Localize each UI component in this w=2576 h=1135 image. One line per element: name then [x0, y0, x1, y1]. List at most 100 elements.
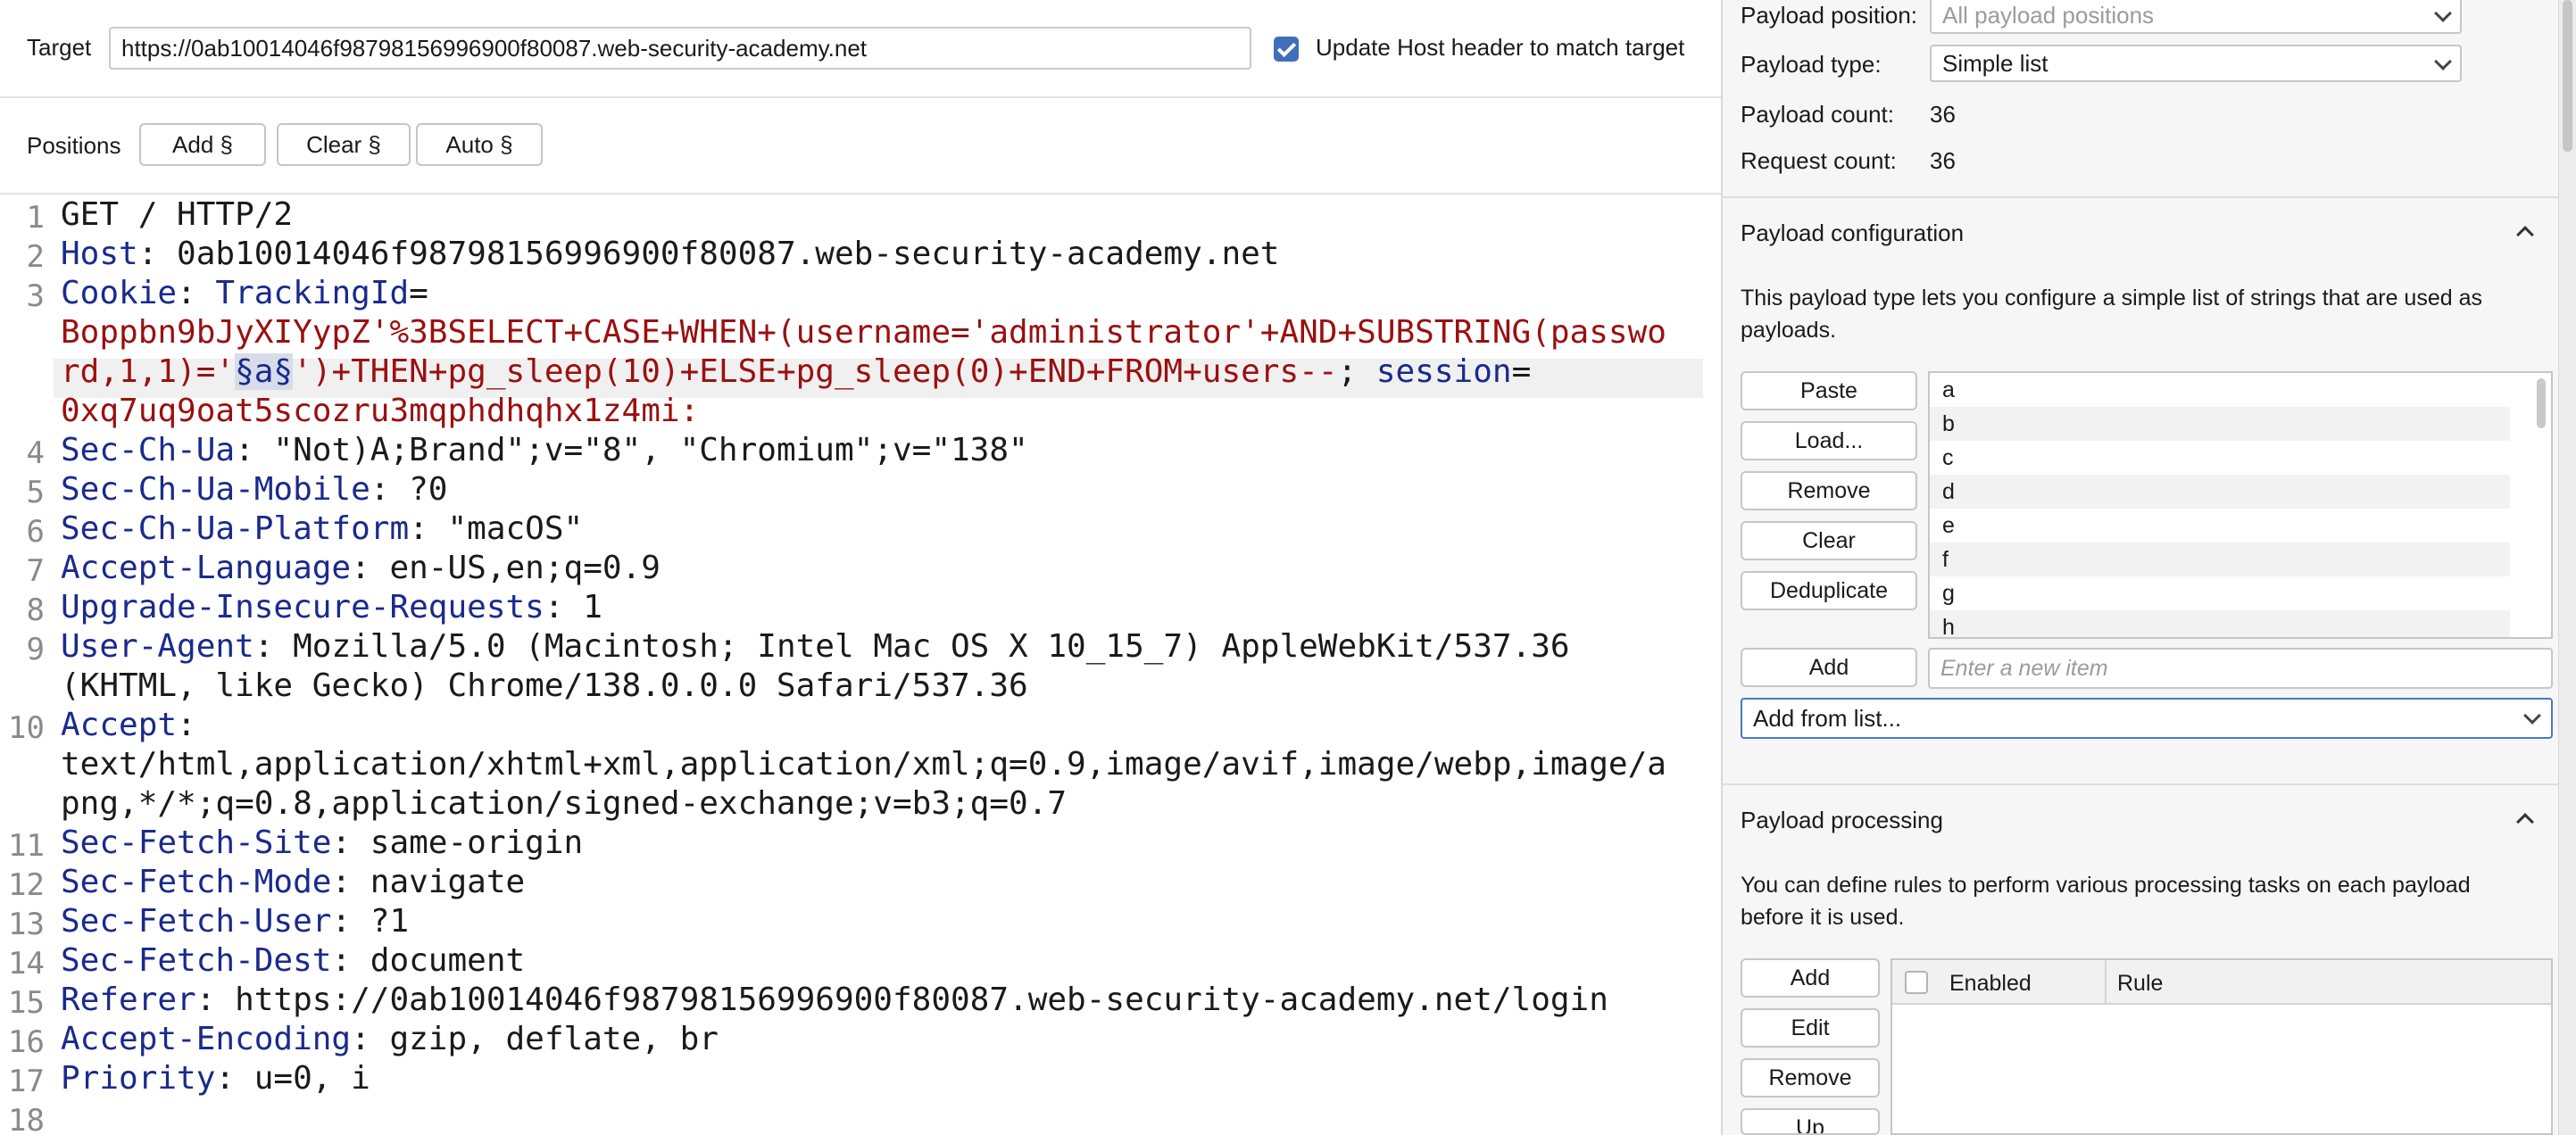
list-item[interactable]: e: [1930, 509, 2510, 543]
list-item[interactable]: f: [1930, 543, 2510, 576]
positions-label: Positions: [27, 132, 121, 159]
payload-position-label: Payload position:: [1741, 2, 1918, 29]
header-separator: :: [177, 707, 196, 743]
list-scrollbar[interactable]: [2537, 378, 2546, 428]
payload-type-value: Simple list: [1942, 50, 2048, 77]
cookie-value: rd,1,1)=': [61, 353, 236, 390]
positions-toolbar: Positions Add § Clear § Auto §: [0, 98, 1721, 195]
paste-button[interactable]: Paste: [1741, 371, 1917, 410]
line-number: 9: [26, 632, 45, 667]
header-value-line: text/html,application/xhtml+xml,applicat…: [61, 746, 1666, 783]
header-line: Sec-Fetch-Mode: navigate: [61, 864, 525, 900]
add-rule-button[interactable]: Add: [1741, 958, 1880, 998]
header-name: Referer: [61, 982, 196, 1018]
header-line: Sec-Fetch-User: ?1: [61, 903, 409, 940]
column-header-enabled[interactable]: Enabled: [1949, 971, 2032, 997]
payload-processing-description: You can define rules to perform various …: [1741, 873, 2471, 930]
header-name: Host: [61, 236, 138, 272]
header-value-line: png,*/*;q=0.8,application/signed-exchang…: [61, 785, 1067, 822]
update-host-checkbox[interactable]: [1274, 37, 1299, 62]
cookie-name: session: [1375, 353, 1512, 390]
load-button[interactable]: Load...: [1741, 421, 1917, 460]
column-header-rule[interactable]: Rule: [2117, 971, 2163, 997]
payload-configuration-title: Payload configuration: [1741, 220, 1965, 246]
header-line: Sec-Fetch-Dest: document: [61, 942, 525, 979]
payload-list[interactable]: a b c d e f g h: [1928, 371, 2553, 639]
line-number: 2: [26, 239, 45, 275]
header-line: Sec-Ch-Ua-Mobile: ?0: [61, 471, 447, 508]
header-name: Sec-Ch-Ua-Mobile: [61, 471, 370, 508]
processing-rules-table[interactable]: Enabled Rule: [1890, 958, 2553, 1135]
header-name: User-Agent: [61, 628, 254, 665]
list-item[interactable]: g: [1930, 576, 2510, 610]
add-item-button[interactable]: Add: [1741, 648, 1917, 687]
request-editor[interactable]: 1 2 3 4 5 6 7 8 9 10 11 12 13 14 15 16 1…: [0, 196, 1721, 1135]
chevron-down-icon: [2434, 4, 2452, 22]
header-value: : https://0ab10014046f98798156996900f800…: [195, 982, 1608, 1018]
header-line: Upgrade-Insecure-Requests: 1: [61, 589, 602, 625]
header-line: Sec-Fetch-Site: same-origin: [61, 824, 583, 861]
header-value: : 1: [544, 589, 602, 625]
payload-processing-title: Payload processing: [1741, 807, 1943, 833]
cookie-value-line: 0xq7uq9oat5scozru3mqphdhqhx1z4mi:: [61, 393, 699, 429]
new-item-input[interactable]: Enter a new item: [1928, 648, 2553, 689]
header-name: Upgrade-Insecure-Requests: [61, 589, 544, 625]
line-number: 10: [8, 710, 45, 746]
select-all-checkbox[interactable]: [1905, 971, 1928, 994]
target-label: Target: [27, 34, 92, 61]
move-rule-up-button[interactable]: Up: [1741, 1108, 1880, 1135]
header-line: Sec-Ch-Ua: "Not)A;Brand";v="8", "Chromiu…: [61, 432, 1028, 468]
list-item[interactable]: b: [1930, 407, 2510, 441]
add-from-list-select[interactable]: Add from list...: [1741, 698, 2553, 739]
header-line: Sec-Ch-Ua-Platform: "macOS": [61, 510, 583, 547]
update-host-label: Update Host header to match target: [1316, 34, 1685, 61]
payload-type-select[interactable]: Simple list: [1930, 45, 2462, 82]
header-value: : ?1: [331, 903, 410, 940]
chevron-up-icon[interactable]: [2516, 813, 2534, 831]
table-header: Enabled Rule: [1892, 960, 2551, 1005]
edit-rule-button[interactable]: Edit: [1741, 1008, 1880, 1048]
section-divider: [1723, 783, 2576, 785]
section-divider: [1723, 196, 2576, 198]
scrollbar-thumb[interactable]: [2563, 0, 2572, 152]
column-divider[interactable]: [2105, 960, 2107, 1005]
chevron-up-icon[interactable]: [2516, 226, 2534, 244]
list-item[interactable]: h: [1930, 610, 2510, 637]
remove-button[interactable]: Remove: [1741, 471, 1917, 510]
list-item[interactable]: a: [1930, 373, 2510, 407]
header-value: text/html,application/xhtml+xml,applicat…: [61, 746, 1666, 783]
line-number: 4: [26, 435, 45, 471]
payload-position-value: All payload positions: [1942, 2, 2155, 29]
list-item[interactable]: d: [1930, 475, 2510, 509]
payload-position-marker[interactable]: §a§: [235, 353, 294, 390]
header-separator: :: [177, 275, 216, 311]
line-number: 8: [26, 592, 45, 628]
request-line-text: GET / HTTP/2: [61, 196, 294, 233]
line-number: 14: [8, 946, 45, 982]
cookie-equals: =: [1511, 353, 1532, 390]
list-item[interactable]: c: [1930, 441, 2510, 475]
header-value: : gzip, deflate, br: [351, 1021, 719, 1057]
header-value: : "macOS": [409, 510, 584, 547]
remove-rule-button[interactable]: Remove: [1741, 1058, 1880, 1098]
auto-markers-button[interactable]: Auto §: [416, 123, 543, 166]
payload-count-value: 36: [1930, 101, 1956, 128]
request-line: GET / HTTP/2: [61, 196, 293, 233]
clear-markers-button[interactable]: Clear §: [277, 123, 411, 166]
panel-scrollbar[interactable]: [2558, 0, 2576, 1135]
clear-button[interactable]: Clear: [1741, 521, 1917, 560]
header-value: : same-origin: [331, 824, 584, 861]
cookie-value: Boppbn9bJyXIYypZ'%3BSELECT+CASE+WHEN+(us…: [61, 314, 1666, 351]
chevron-down-icon: [2523, 707, 2541, 725]
deduplicate-button[interactable]: Deduplicate: [1741, 571, 1917, 610]
target-url-input[interactable]: https://0ab10014046f98798156996900f80087…: [109, 27, 1251, 70]
cookie-value: ')+THEN+pg_sleep(10)+ELSE+pg_sleep(0)+EN…: [293, 353, 1338, 390]
add-marker-button[interactable]: Add §: [139, 123, 266, 166]
header-value: : document: [331, 942, 526, 979]
header-value: : en-US,en;q=0.9: [351, 550, 661, 586]
cookie-equals: =: [409, 275, 428, 311]
header-value-line: (KHTML, like Gecko) Chrome/138.0.0.0 Saf…: [61, 667, 1028, 704]
header-line: Accept:: [61, 707, 196, 743]
payload-count-label: Payload count:: [1741, 101, 1895, 128]
cookie-name: TrackingId: [215, 275, 410, 311]
